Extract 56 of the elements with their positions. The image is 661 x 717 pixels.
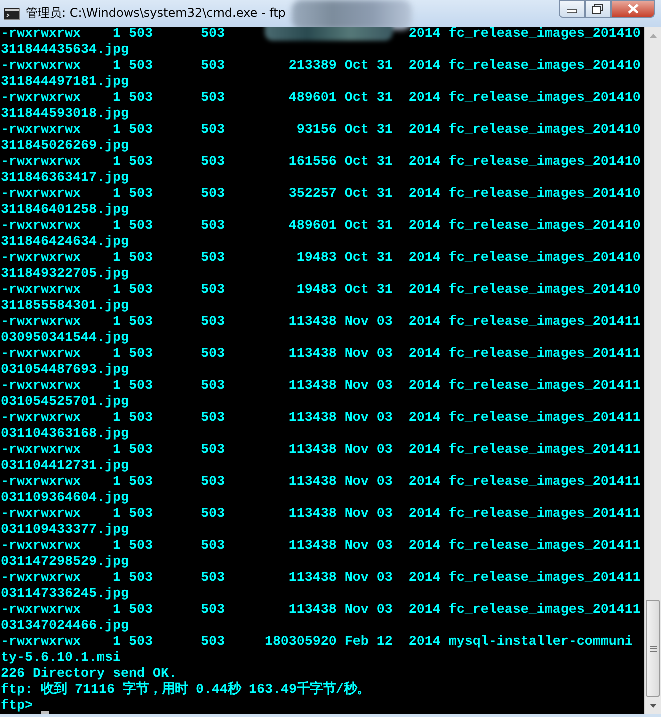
console-line: 031054525701.jpg bbox=[1, 395, 129, 411]
console-line: -rwxrwxrwx 1 503 503 113438 Nov 03 2014 fc_release_images_201411 bbox=[1, 571, 641, 587]
terminal-icon bbox=[4, 8, 20, 20]
console-line: ty-5.6.10.1.msi bbox=[1, 651, 121, 667]
console-line: 311844435634.jpg bbox=[1, 43, 129, 59]
maximize-button[interactable] bbox=[585, 0, 611, 18]
console-line: 031109433377.jpg bbox=[1, 523, 129, 539]
console-line: 031147336245.jpg bbox=[1, 587, 129, 603]
restore-icon bbox=[592, 4, 604, 14]
console-line: 311855584301.jpg bbox=[1, 299, 129, 315]
console-line: 226 Directory send OK. bbox=[1, 667, 177, 682]
console-line: 2014 fc_release_images_201410 bbox=[408, 27, 641, 43]
window-title: 管理员: C:\Windows\system32\cmd.exe - ftp bbox=[26, 5, 286, 22]
console-line: 311846424634.jpg bbox=[1, 235, 129, 251]
console-line: -rwxrwxrwx 1 503 503 19483 Oct 31 2014 fc_release_images_201410 bbox=[1, 283, 641, 299]
console-line: 030950341544.jpg bbox=[1, 331, 129, 347]
console-line: 311846363417.jpg bbox=[1, 171, 129, 187]
minimize-button[interactable] bbox=[559, 0, 585, 18]
grip-icon bbox=[650, 646, 656, 652]
console-line: 031147298529.jpg bbox=[1, 555, 129, 571]
console-line: 031104412731.jpg bbox=[1, 459, 129, 475]
console-line: 311846401258.jpg bbox=[1, 203, 129, 219]
down-arrow-icon[interactable] bbox=[650, 704, 656, 708]
console-line: -rwxrwxrwx 1 503 503 113438 Nov 03 2014 fc_release_images_201411 bbox=[1, 347, 641, 363]
close-button[interactable] bbox=[611, 0, 655, 18]
console-line: -rwxrwxrwx 1 503 503 352257 Oct 31 2014 fc_release_images_201410 bbox=[1, 187, 641, 203]
console-line: -rwxrwxrwx 1 503 503 113438 Nov 03 2014 fc_release_images_201411 bbox=[1, 379, 641, 395]
console-line: -rwxrwxrwx 1 503 503 113438 Nov 03 2014 fc_release_images_201411 bbox=[1, 475, 641, 491]
console-line: ftp: 收到 71116 字节，用时 0.44秒 163.49千字节/秒。 bbox=[1, 683, 370, 699]
console-line: -rwxrwxrwx 1 503 503 489601 Oct 31 2014 fc_release_images_201410 bbox=[1, 91, 641, 107]
scrollbar-thumb[interactable] bbox=[646, 600, 660, 697]
console-line: -rwxrwxrwx 1 503 503 bbox=[1, 27, 225, 42]
console-line: -rwxrwxrwx 1 503 503 180305920 Feb 12 2014 mysql-installer-communi bbox=[1, 635, 633, 651]
command-prompt: ftp> bbox=[1, 699, 33, 714]
console-line: 031054487693.jpg bbox=[1, 363, 129, 379]
console-line: -rwxrwxrwx 1 503 503 113438 Nov 03 2014 fc_release_images_201411 bbox=[1, 539, 641, 555]
console-line: 031347024466.jpg bbox=[1, 619, 129, 635]
console-line: -rwxrwxrwx 1 503 503 489601 Oct 31 2014 fc_release_images_201410 bbox=[1, 219, 641, 235]
console-line: -rwxrwxrwx 1 503 503 113438 Nov 03 2014 fc_release_images_201411 bbox=[1, 411, 641, 427]
console-line: -rwxrwxrwx 1 503 503 113438 Nov 03 2014 fc_release_images_201411 bbox=[1, 315, 641, 331]
console-line: 031109364604.jpg bbox=[1, 491, 129, 507]
console-line: 311849322705.jpg bbox=[1, 267, 129, 283]
console-line: 311845026269.jpg bbox=[1, 139, 129, 155]
console-line: 311844593018.jpg bbox=[1, 107, 129, 123]
console-line: -rwxrwxrwx 1 503 503 161556 Oct 31 2014 fc_release_images_201410 bbox=[1, 155, 641, 171]
console-line: -rwxrwxrwx 1 503 503 113438 Nov 03 2014 fc_release_images_201411 bbox=[1, 603, 641, 619]
console-line: -rwxrwxrwx 1 503 503 93156 Oct 31 2014 fc_release_images_201410 bbox=[1, 123, 641, 139]
console-line: -rwxrwxrwx 1 503 503 213389 Oct 31 2014 fc_release_images_201410 bbox=[1, 59, 641, 75]
console-line: -rwxrwxrwx 1 503 503 113438 Nov 03 2014 fc_release_images_201411 bbox=[1, 443, 641, 459]
console-line: -rwxrwxrwx 1 503 503 113438 Nov 03 2014 fc_release_images_201411 bbox=[1, 507, 641, 523]
console-line: 311844497181.jpg bbox=[1, 75, 129, 91]
console-line: -rwxrwxrwx 1 503 503 19483 Oct 31 2014 fc_release_images_201410 bbox=[1, 251, 641, 267]
scrollbar[interactable] bbox=[644, 27, 661, 714]
close-icon bbox=[628, 4, 638, 14]
console-line: 031104363168.jpg bbox=[1, 427, 129, 443]
text-cursor bbox=[41, 711, 49, 714]
